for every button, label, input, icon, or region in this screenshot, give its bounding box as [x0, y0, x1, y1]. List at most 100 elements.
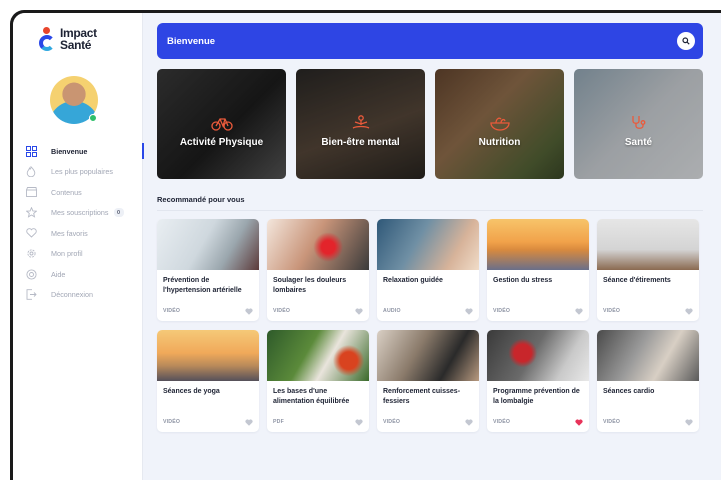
- category-label: Activité Physique: [179, 136, 264, 148]
- card-type: VIDÉO: [493, 419, 511, 425]
- sidebar-item-populaires[interactable]: Les plus populaires: [13, 162, 143, 183]
- grid-icon: [25, 145, 37, 157]
- sidebar: Impact Santé Bienvenue Les plus populair…: [13, 13, 144, 480]
- category-tile-bien-etre-mental[interactable]: Bien-être mental: [296, 69, 425, 179]
- card-type: PDF: [273, 419, 284, 425]
- page-title: Bienvenue: [167, 35, 216, 47]
- logout-icon: [25, 289, 37, 301]
- card-thumbnail: [377, 219, 479, 270]
- sidebar-item-label: Mes souscriptions: [51, 208, 109, 218]
- welcome-header: Bienvenue: [157, 23, 703, 59]
- sidebar-item-deconnexion[interactable]: Déconnexion: [13, 285, 143, 306]
- card-thumbnail: [487, 330, 589, 381]
- sidebar-item-label: Les plus populaires: [51, 167, 113, 177]
- category-tile-activite-physique[interactable]: Activité Physique: [157, 69, 286, 179]
- content-card[interactable]: Programme prévention de la lombalgie VID…: [487, 330, 589, 432]
- sidebar-item-label: Aide: [51, 269, 66, 279]
- card-title: Prévention de l'hypertension artérielle: [163, 277, 242, 294]
- card-title: Séances cardio: [603, 388, 655, 395]
- logo[interactable]: Impact Santé: [39, 27, 97, 51]
- section-title-recommended: Recommandé pour vous: [157, 195, 245, 204]
- favorite-heart-icon[interactable]: [465, 419, 473, 426]
- favorite-heart-icon[interactable]: [685, 419, 693, 426]
- logo-mark-icon: [39, 27, 57, 51]
- card-title: Les bases d'une alimentation équilibrée: [273, 388, 350, 405]
- favorite-heart-icon[interactable]: [355, 308, 363, 315]
- stethoscope-icon: [628, 115, 650, 131]
- card-title: Soulager les douleurs lombaires: [273, 277, 347, 294]
- category-label: Nutrition: [478, 136, 521, 148]
- card-title: Programme prévention de la lombalgie: [493, 388, 580, 405]
- favorite-heart-icon[interactable]: [575, 308, 583, 315]
- content-card[interactable]: Renforcement cuisses-fessiers VIDÉO: [377, 330, 479, 432]
- card-thumbnail: [267, 219, 369, 270]
- bike-icon: [210, 115, 233, 131]
- meditation-icon: [350, 114, 372, 131]
- card-thumbnail: [267, 330, 369, 381]
- card-type: VIDÉO: [383, 419, 401, 425]
- card-type: AUDIO: [383, 308, 401, 314]
- card-thumbnail: [597, 330, 699, 381]
- category-label: Bien-être mental: [321, 136, 400, 148]
- favorite-heart-icon[interactable]: [465, 308, 473, 315]
- card-thumbnail: [597, 219, 699, 270]
- card-title: Gestion du stress: [493, 277, 553, 284]
- device-frame: Impact Santé Bienvenue Les plus populair…: [10, 10, 721, 480]
- content-card[interactable]: Séance d'étirements VIDÉO: [597, 219, 699, 321]
- card-type: VIDÉO: [163, 419, 181, 425]
- sidebar-item-label: Mes favoris: [51, 228, 88, 238]
- content-card[interactable]: Relaxation guidée AUDIO: [377, 219, 479, 321]
- card-thumbnail: [157, 219, 259, 270]
- card-type: VIDÉO: [603, 419, 621, 425]
- favorite-heart-icon[interactable]: [245, 419, 253, 426]
- sidebar-item-souscriptions[interactable]: Mes souscriptions 0: [13, 203, 143, 224]
- section-divider: [157, 210, 703, 211]
- card-title: Relaxation guidée: [383, 277, 443, 284]
- card-title: Séances de yoga: [163, 388, 220, 395]
- sidebar-item-favoris[interactable]: Mes favoris: [13, 223, 143, 244]
- card-type: VIDÉO: [603, 308, 621, 314]
- lifebuoy-icon: [25, 268, 37, 280]
- favorite-heart-icon[interactable]: [355, 419, 363, 426]
- content-card[interactable]: Les bases d'une alimentation équilibrée …: [267, 330, 369, 432]
- sidebar-item-profil[interactable]: Mon profil: [13, 244, 143, 265]
- gear-icon: [25, 248, 37, 260]
- card-type: VIDÉO: [163, 308, 181, 314]
- sidebar-item-aide[interactable]: Aide: [13, 264, 143, 285]
- clapper-icon: [25, 186, 37, 198]
- sidebar-item-contenus[interactable]: Contenus: [13, 182, 143, 203]
- sidebar-item-label: Bienvenue: [51, 146, 88, 156]
- content-card[interactable]: Prévention de l'hypertension artérielle …: [157, 219, 259, 321]
- sidebar-item-bienvenue[interactable]: Bienvenue: [13, 141, 144, 162]
- content-card[interactable]: Soulager les douleurs lombaires VIDÉO: [267, 219, 369, 321]
- favorite-heart-icon[interactable]: [685, 308, 693, 315]
- category-label: Santé: [624, 136, 653, 148]
- category-tile-nutrition[interactable]: Nutrition: [435, 69, 564, 179]
- card-type: VIDÉO: [273, 308, 291, 314]
- favorite-heart-icon[interactable]: [575, 419, 583, 426]
- content-card[interactable]: Séances de yoga VIDÉO: [157, 330, 259, 432]
- flame-icon: [25, 166, 37, 178]
- subscriptions-count-badge: 0: [113, 208, 124, 218]
- search-icon: [682, 32, 690, 50]
- search-button[interactable]: [677, 32, 695, 50]
- salad-icon: [489, 115, 511, 131]
- app-screen: Impact Santé Bienvenue Les plus populair…: [13, 13, 721, 480]
- card-type: VIDÉO: [493, 308, 511, 314]
- star-icon: [25, 207, 37, 219]
- logo-text-line2: Santé: [60, 38, 92, 52]
- content-card[interactable]: Gestion du stress VIDÉO: [487, 219, 589, 321]
- card-thumbnail: [377, 330, 479, 381]
- heart-icon: [25, 227, 37, 239]
- card-title: Séance d'étirements: [603, 277, 671, 284]
- card-thumbnail: [157, 330, 259, 381]
- card-thumbnail: [487, 219, 589, 270]
- sidebar-item-label: Déconnexion: [51, 290, 93, 300]
- category-tile-sante[interactable]: Santé: [574, 69, 703, 179]
- favorite-heart-icon[interactable]: [245, 308, 253, 315]
- sidebar-nav: Bienvenue Les plus populaires Contenus M…: [13, 141, 144, 306]
- content-card[interactable]: Séances cardio VIDÉO: [597, 330, 699, 432]
- sidebar-item-label: Contenus: [51, 187, 82, 197]
- sidebar-item-label: Mon profil: [51, 249, 83, 259]
- card-title: Renforcement cuisses-fessiers: [383, 388, 461, 405]
